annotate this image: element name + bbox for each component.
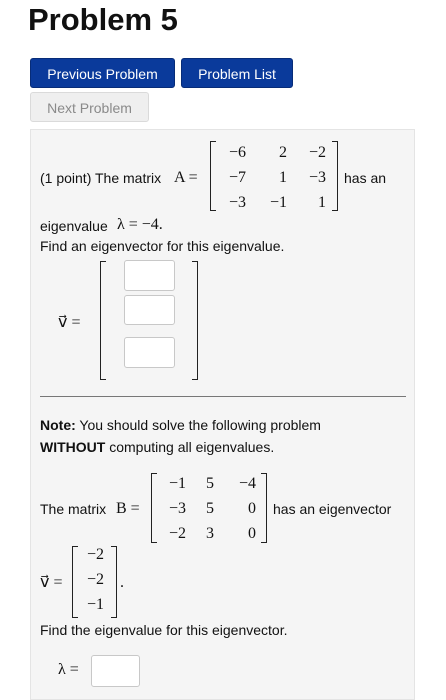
matrix-a-right-bracket xyxy=(332,141,338,211)
vector-v2-entry: −1 xyxy=(86,596,104,613)
previous-problem-button[interactable]: Previous Problem xyxy=(30,58,175,88)
matrix-a-name: A = xyxy=(174,169,198,186)
eigenvalue-label: eigenvalue xyxy=(40,218,108,234)
note-line-1: Note: You should solve the following pro… xyxy=(40,417,321,433)
vector-right-bracket xyxy=(192,261,198,380)
vector-v2-label: v⃗ = xyxy=(40,574,63,591)
matrix-b-cell: −1 xyxy=(168,475,186,492)
matrix-a-suffix: has an xyxy=(344,170,387,186)
next-problem-button[interactable]: Next Problem xyxy=(30,92,149,122)
matrix-b-name: B = xyxy=(116,500,140,517)
matrix-b-cell: 5 xyxy=(206,500,214,517)
eigenvector-input-3[interactable] xyxy=(124,337,175,368)
page-title: Problem 5 xyxy=(28,2,178,37)
matrix-a-cell: −3 xyxy=(308,169,326,186)
matrix-b-suffix: has an eigenvector xyxy=(273,501,392,517)
matrix-b-cell: 3 xyxy=(206,525,214,542)
note-text: You should solve the following problem xyxy=(79,417,321,433)
matrix-a-cell: −6 xyxy=(228,144,246,161)
matrix-b-cell: 0 xyxy=(248,500,256,517)
part1-instruction: Find an eigenvector for this eigenvalue. xyxy=(40,238,285,254)
eigenvalue-input[interactable] xyxy=(91,655,140,687)
lambda-label: λ = xyxy=(58,661,79,678)
matrix-a-cell: 2 xyxy=(279,144,287,161)
problem-panel xyxy=(30,129,415,700)
section-divider xyxy=(40,396,406,397)
part2-instruction: Find the eigenvalue for this eigenvector… xyxy=(40,622,288,638)
matrix-b-cell: −3 xyxy=(168,500,186,517)
matrix-a-cell: −1 xyxy=(269,194,287,211)
vector-left-bracket xyxy=(100,261,106,380)
matrix-a-cell: −7 xyxy=(228,169,246,186)
matrix-b-cell: −4 xyxy=(238,475,256,492)
note-bold: WITHOUT xyxy=(40,439,106,455)
matrix-b-right-bracket xyxy=(261,473,267,543)
matrix-b-cell: 0 xyxy=(248,525,256,542)
matrix-b-cell: −2 xyxy=(168,525,186,542)
eigenvalue-value: λ = −4. xyxy=(117,216,163,233)
vector-v2-end: . xyxy=(120,574,124,591)
note-rest: computing all eigenvalues. xyxy=(109,439,275,455)
vector-v-label: v⃗ = xyxy=(58,314,81,331)
problem-list-button[interactable]: Problem List xyxy=(181,58,293,88)
vector-v2-right-bracket xyxy=(111,546,117,618)
note-label: Note: xyxy=(40,417,76,433)
matrix-b-cell: 5 xyxy=(206,475,214,492)
vector-v2-entry: −2 xyxy=(86,546,104,563)
matrix-a-prefix: (1 point) The matrix xyxy=(40,170,162,186)
matrix-b-prefix: The matrix xyxy=(40,501,107,517)
eigenvector-input-2[interactable] xyxy=(124,295,175,325)
vector-v2-entry: −2 xyxy=(86,571,104,588)
matrix-a-cell: −3 xyxy=(228,194,246,211)
eigenvector-input-1[interactable] xyxy=(124,260,175,291)
note-line-2: WITHOUT computing all eigenvalues. xyxy=(40,439,274,455)
matrix-a-cell: 1 xyxy=(318,194,326,211)
matrix-a-cell: −2 xyxy=(308,144,326,161)
matrix-a-cell: 1 xyxy=(279,169,287,186)
